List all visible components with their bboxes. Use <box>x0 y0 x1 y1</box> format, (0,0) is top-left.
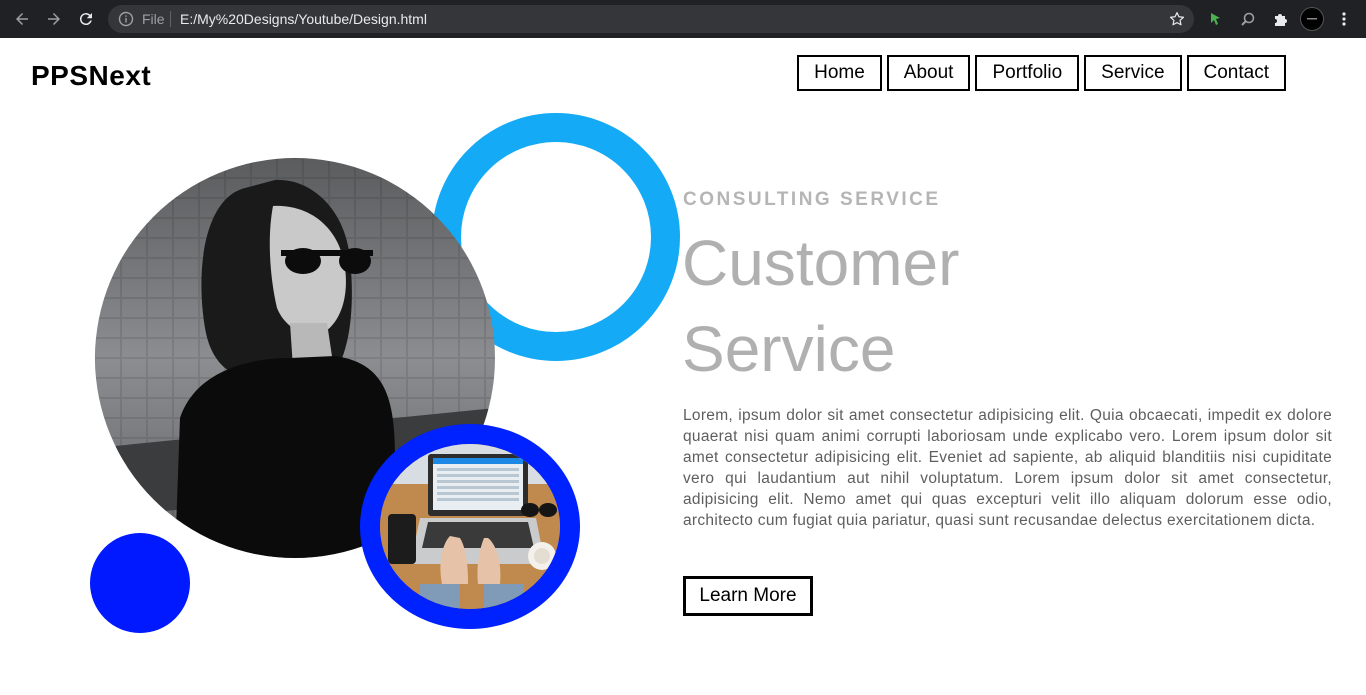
reload-icon[interactable] <box>72 5 100 33</box>
nav-contact-link[interactable]: Contact <box>1186 55 1286 91</box>
main-nav: Home About Portfolio Service Contact <box>797 55 1286 91</box>
url-text[interactable]: E:/My%20Designs/Youtube/Design.html <box>180 11 427 27</box>
info-icon[interactable] <box>118 11 134 27</box>
nav-home-link[interactable]: Home <box>797 55 882 91</box>
extension-cursor-icon[interactable] <box>1206 9 1226 29</box>
address-divider <box>170 11 171 27</box>
extension-puzzle-icon[interactable] <box>1270 9 1290 29</box>
profile-avatar-icon[interactable] <box>1300 7 1324 31</box>
back-icon[interactable] <box>8 5 36 33</box>
forward-icon[interactable] <box>40 5 68 33</box>
decorative-ring-dark-blue <box>360 424 580 629</box>
learn-more-button[interactable]: Learn More <box>683 576 813 616</box>
browser-toolbar: File E:/My%20Designs/Youtube/Design.html <box>0 0 1366 38</box>
decorative-dot-blue <box>90 533 190 633</box>
menu-dots-icon[interactable] <box>1334 9 1354 29</box>
nav-portfolio-link[interactable]: Portfolio <box>975 55 1080 91</box>
laptop-workspace-photo <box>380 444 560 609</box>
hero-eyebrow: CONSULTING SERVICE <box>683 189 941 210</box>
star-icon[interactable] <box>1168 10 1186 28</box>
nav-service-link[interactable]: Service <box>1084 55 1182 91</box>
hero-headline: Customer Service <box>682 227 960 385</box>
address-bar[interactable]: File E:/My%20Designs/Youtube/Design.html <box>108 5 1194 33</box>
extension-search-icon[interactable] <box>1238 9 1258 29</box>
nav-about-link[interactable]: About <box>886 55 971 91</box>
site-logo[interactable]: PPSNext <box>31 58 151 94</box>
hero-body-text: Lorem, ipsum dolor sit amet consectetur … <box>683 407 1332 529</box>
url-scheme-label: File <box>142 11 165 27</box>
